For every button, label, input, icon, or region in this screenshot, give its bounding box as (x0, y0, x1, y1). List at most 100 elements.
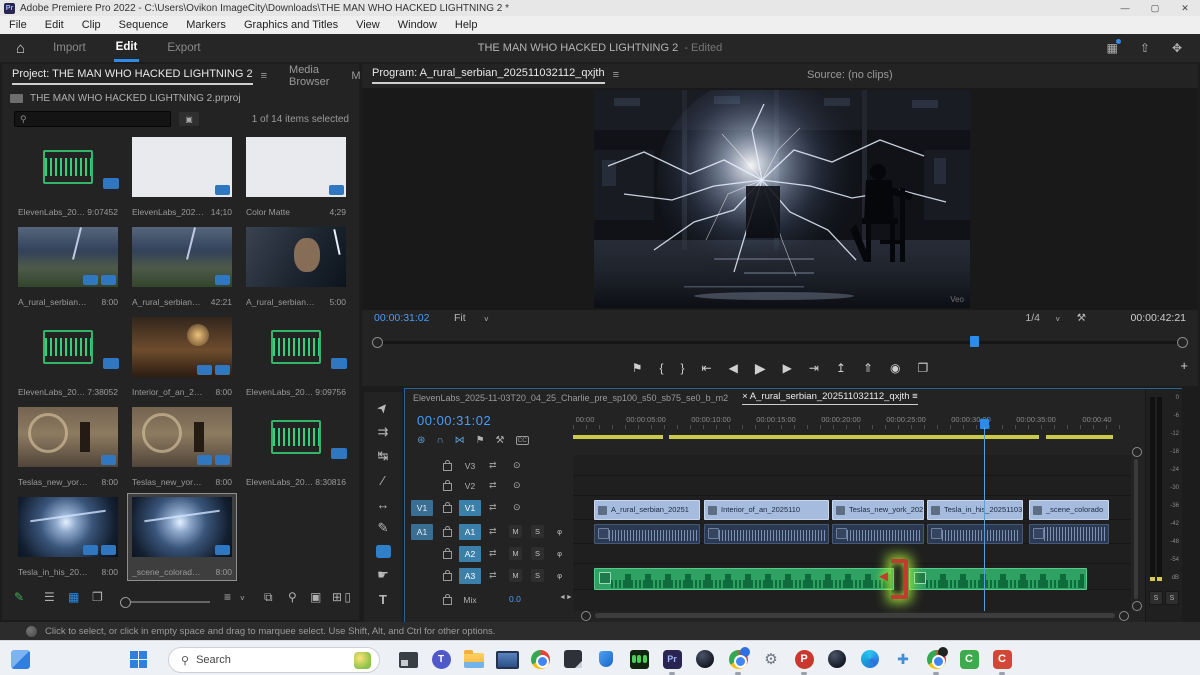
automate-to-sequence-button[interactable]: ⧉ (264, 590, 273, 605)
mute-button[interactable]: M (509, 547, 522, 560)
menu-window[interactable]: Window (389, 19, 446, 31)
lock-icon[interactable] (443, 597, 452, 605)
menu-graphics-titles[interactable]: Graphics and Titles (235, 19, 347, 31)
close-button[interactable]: ✕ (1170, 3, 1200, 14)
maximize-button[interactable]: ▢ (1140, 3, 1170, 14)
tab-import[interactable]: Import (51, 36, 88, 60)
playback-resolution-select[interactable]: 1/4 (1025, 312, 1040, 324)
step-forward-button[interactable]: ▶ (783, 361, 792, 375)
menu-edit[interactable]: Edit (36, 19, 73, 31)
scrubber-left-handle[interactable] (372, 337, 383, 348)
step-back-button[interactable]: ◀ (729, 361, 738, 375)
pen-tool[interactable]: ✎ (364, 516, 402, 540)
go-to-out-button[interactable]: ⇥ (809, 361, 819, 375)
mark-in-button[interactable]: { (659, 361, 663, 375)
settings-gear-icon[interactable]: ⚙ (759, 647, 783, 671)
new-search-bin-button[interactable]: ▣ (179, 112, 199, 126)
work-area-bar[interactable] (573, 435, 663, 439)
track-output-eye-icon[interactable]: ⊙ (513, 480, 521, 491)
scroll-handle[interactable] (1119, 611, 1129, 621)
dark-orb-app-icon[interactable] (693, 647, 717, 671)
track-output-eye-icon[interactable]: ⊙ (513, 502, 521, 513)
work-area-bar[interactable] (1046, 435, 1113, 439)
timeline-clip-audio[interactable] (704, 524, 829, 544)
menu-view[interactable]: View (347, 19, 389, 31)
project-item[interactable]: A_rural_serbian_202...42:21 (128, 224, 236, 310)
panel-menu-icon[interactable]: ≡ (912, 391, 918, 402)
camtasia-recorder-icon[interactable]: C (990, 647, 1014, 671)
project-item[interactable]: ElevenLabs_2025-...9:07452 (14, 134, 122, 220)
menu-markers[interactable]: Markers (177, 19, 235, 31)
project-item[interactable]: Interior_of_an_202511...8:00 (128, 314, 236, 400)
linked-selection-icon[interactable]: ⋈ (455, 435, 465, 446)
dark-app-icon[interactable] (561, 647, 585, 671)
solo-button[interactable]: S (531, 525, 544, 538)
lock-icon[interactable] (443, 529, 452, 537)
project-item[interactable]: Teslas_new_york_202...8:00 (128, 404, 236, 490)
timeline-tab-inactive[interactable]: ElevenLabs_2025-11-03T20_04_25_Charlie_p… (413, 393, 728, 403)
nest-toggle-icon[interactable]: ⊛ (417, 435, 425, 446)
type-tool[interactable]: T (364, 587, 402, 611)
track-header-a3[interactable]: A3 ⇄ M S φ (409, 567, 573, 587)
timeline-clip-audio[interactable] (832, 524, 924, 544)
timeline-horizontal-scrollbar[interactable] (595, 613, 1115, 618)
program-monitor-tab[interactable]: Program: A_rural_serbian_202511032112_qx… (372, 67, 605, 84)
timeline-ruler[interactable]: 00:00 00:00:05:00 00:00:10:00 00:00:15:0… (573, 413, 1131, 429)
zoom-level-select[interactable]: Fit (454, 312, 466, 324)
chrome-icon[interactable] (528, 647, 552, 671)
project-file-name[interactable]: THE MAN WHO HACKED LIGHTNING 2.prproj (30, 93, 241, 104)
sync-lock-icon[interactable]: ⇄ (489, 548, 497, 559)
voiceover-mic-icon[interactable]: φ (553, 525, 566, 538)
project-item[interactable]: ElevenLabs_2025-...7:38052 (14, 314, 122, 400)
edge-browser-icon[interactable] (858, 647, 882, 671)
project-item[interactable]: A_rural_serbian_2025...5:00 (242, 224, 350, 310)
premiere-pro-taskbar-icon[interactable]: Pr (660, 647, 684, 671)
weather-icon[interactable] (354, 652, 371, 669)
minimize-button[interactable]: — (1110, 3, 1140, 14)
timeline-clip-video[interactable]: Interior_of_an_2025110 (704, 500, 829, 520)
rectangle-tool-active[interactable] (376, 545, 391, 558)
track-header-v1[interactable]: V1 V1 ⇄ ⊙ (409, 499, 573, 519)
track-header-mix[interactable]: Mix 0.0 ◄► (409, 591, 573, 611)
scrubber-right-handle[interactable] (1177, 337, 1188, 348)
home-icon[interactable]: ⌂ (16, 40, 25, 57)
media-browser-tab[interactable]: Media Browser (289, 64, 329, 88)
icon-view-button[interactable]: ▦ (68, 590, 79, 604)
mix-level-value[interactable]: 0.0 (509, 594, 521, 604)
file-explorer-icon[interactable] (462, 647, 486, 671)
lock-icon[interactable] (443, 551, 452, 559)
tab-edit[interactable]: Edit (114, 35, 140, 62)
source-monitor-tab[interactable]: Source: (no clips) (807, 69, 893, 81)
start-button[interactable] (126, 647, 150, 671)
settings-wrench-icon[interactable]: ⚒ (1077, 312, 1086, 324)
add-marker-button[interactable]: ⚑ (632, 361, 643, 375)
lock-icon[interactable] (443, 505, 452, 513)
timeline-playhead-line[interactable] (984, 427, 985, 611)
snipping-tool-icon[interactable]: ✚ (891, 647, 915, 671)
freeform-view-button[interactable]: ❐ (92, 590, 103, 604)
lock-icon[interactable] (443, 573, 452, 581)
project-item[interactable]: Color Matte4;29 (242, 134, 350, 220)
task-view-icon[interactable] (396, 647, 420, 671)
resolution-dropdown-icon[interactable]: ˅ (1055, 315, 1060, 324)
sync-lock-icon[interactable]: ⇄ (489, 526, 497, 537)
teams-icon[interactable]: T (429, 647, 453, 671)
solo-left-button[interactable]: S (1149, 591, 1163, 605)
widgets-icon[interactable] (8, 647, 32, 671)
solo-button[interactable]: S (531, 547, 544, 560)
quick-export-icon[interactable]: ⇧ (1140, 41, 1150, 55)
comparison-view-button[interactable]: ❐ (918, 361, 929, 375)
close-sequence-icon[interactable]: × (742, 391, 748, 402)
pinterest-icon[interactable]: P (792, 647, 816, 671)
lock-icon[interactable] (443, 463, 452, 471)
extract-button[interactable]: ⇑ (863, 361, 873, 375)
solo-button[interactable]: S (531, 569, 544, 582)
sort-dropdown-icon[interactable]: ˅ (240, 594, 245, 603)
timeline-clip-audio[interactable] (1029, 524, 1109, 544)
sync-lock-icon[interactable]: ⇄ (489, 570, 497, 581)
source-patch-v1[interactable]: V1 (411, 500, 433, 516)
menu-sequence[interactable]: Sequence (110, 19, 178, 31)
mark-out-button[interactable]: } (681, 361, 685, 375)
project-item-selected[interactable]: _scene_colorado_2025...8:00 (128, 494, 236, 580)
chrome-profile-icon[interactable] (726, 647, 750, 671)
